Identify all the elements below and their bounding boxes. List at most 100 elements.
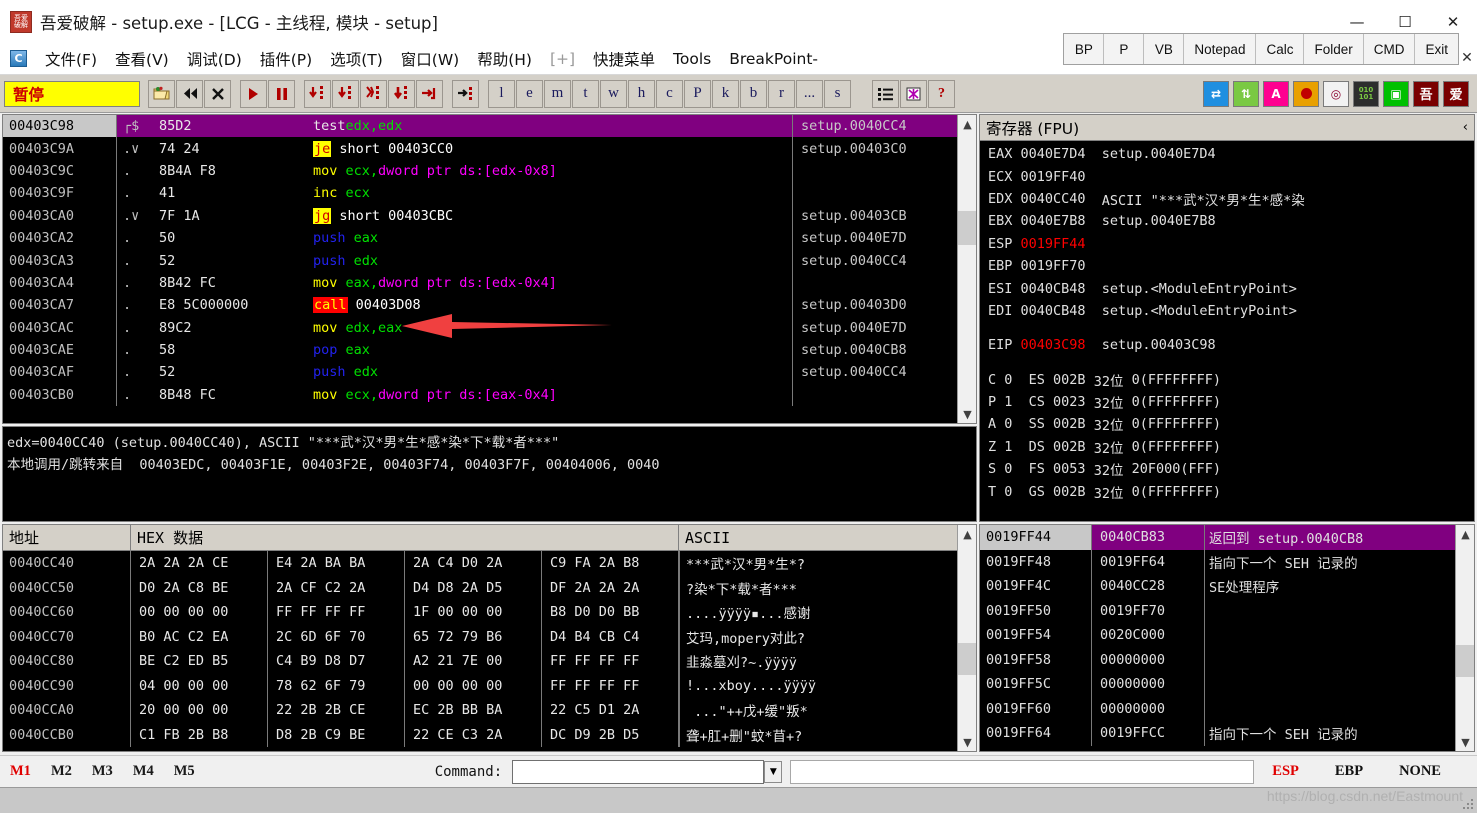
- disassembly-row[interactable]: 00403CA3. 52 push edx setup.0040CC4: [3, 249, 976, 272]
- ai-plugin-icon[interactable]: 爱: [1443, 80, 1469, 107]
- menu-file[interactable]: 文件(F): [36, 48, 106, 70]
- quick-cmd-button[interactable]: CMD: [1363, 34, 1416, 64]
- register-row[interactable]: EAX 0040E7D4 setup.0040E7D4: [988, 143, 1474, 165]
- memory-dump-panel[interactable]: 地址 HEX 数据 ASCII 0040CC40 2A 2A 2A CE E4 2A…: [2, 524, 977, 752]
- command-input[interactable]: [512, 759, 765, 784]
- register-row[interactable]: ESI 0040CB48 setup.<ModuleEntryPoint>: [988, 277, 1474, 299]
- dump-row[interactable]: 0040CC70 B0 AC C2 EA 2C 6D 6F 70 65 72 79 B…: [3, 624, 976, 649]
- cpu-window-button[interactable]: c: [656, 79, 683, 108]
- memory-button-m2[interactable]: M2: [41, 763, 82, 780]
- menu-view[interactable]: 查看(V): [106, 48, 178, 70]
- stack-row[interactable]: 0019FF44 0040CB83 返回到 setup.0040CB8: [980, 525, 1474, 550]
- disassembly-row[interactable]: 00403CA2. 50 push eax setup.0040E7D: [3, 226, 976, 250]
- disassembly-row[interactable]: 00403CB0. 8B48 FC mov ecx, dword ptr ds:[ea…: [3, 383, 976, 407]
- menu-options[interactable]: 选项(T): [321, 48, 392, 70]
- windows-window-button[interactable]: w: [600, 79, 627, 108]
- patches-icon[interactable]: [900, 79, 927, 108]
- quick-folder-button[interactable]: Folder: [1304, 34, 1364, 64]
- quick-vb-button[interactable]: VB: [1144, 34, 1185, 64]
- memory-button-m1[interactable]: M1: [0, 763, 41, 780]
- quick-exit-button[interactable]: Exit: [1415, 34, 1458, 64]
- swap-plugin-icon[interactable]: ⇄: [1203, 80, 1229, 107]
- flag-row[interactable]: C 0 ES 002B 32位 0(FFFFFFFF): [988, 369, 1474, 391]
- flag-row[interactable]: A 0 SS 002B 32位 0(FFFFFFFF): [988, 413, 1474, 435]
- dump-row[interactable]: 0040CC90 04 00 00 00 78 62 6F 79 00 00 00 0…: [3, 673, 976, 698]
- pause-icon[interactable]: [268, 79, 295, 108]
- dump-row[interactable]: 0040CC60 00 00 00 00 FF FF FF FF 1F 00 00 0…: [3, 600, 976, 625]
- scroll-thumb[interactable]: [958, 643, 976, 675]
- stack-row[interactable]: 0019FF50 0019FF70: [980, 598, 1474, 623]
- menu-quick-menu[interactable]: 快捷菜单: [584, 48, 664, 70]
- source-window-button[interactable]: s: [824, 79, 851, 108]
- stack-row[interactable]: 0019FF60 00000000: [980, 696, 1474, 721]
- executables-window-button[interactable]: e: [516, 79, 543, 108]
- register-row[interactable]: EDX 0040CC40 ASCII "***武*汉*男*生*感*染: [988, 188, 1474, 210]
- register-row[interactable]: ESP 0019FF44: [988, 233, 1474, 255]
- menu-window[interactable]: 窗口(W): [392, 48, 468, 70]
- options-list-icon[interactable]: [872, 79, 899, 108]
- none-flag[interactable]: NONE: [1381, 763, 1459, 780]
- help-icon[interactable]: ?: [928, 79, 955, 108]
- trace-into-icon[interactable]: [360, 79, 387, 108]
- target-plugin-icon[interactable]: ◎: [1323, 80, 1349, 107]
- wu-plugin-icon[interactable]: 吾: [1413, 80, 1439, 107]
- step-into-icon[interactable]: [304, 79, 331, 108]
- dump-scrollbar[interactable]: ▲ ▼: [957, 525, 976, 751]
- ascii-plugin-icon[interactable]: A: [1263, 80, 1289, 107]
- menu-plugins[interactable]: 插件(P): [251, 48, 321, 70]
- stack-row[interactable]: 0019FF54 0020C000: [980, 623, 1474, 648]
- close-program-icon[interactable]: [204, 79, 231, 108]
- run-icon[interactable]: [240, 79, 267, 108]
- scroll-down-icon[interactable]: ▼: [958, 733, 976, 751]
- register-row[interactable]: EDI 0040CB48 setup.<ModuleEntryPoint>: [988, 300, 1474, 322]
- open-file-icon[interactable]: [148, 79, 175, 108]
- more-window-button[interactable]: ...: [796, 79, 823, 108]
- register-row[interactable]: EBP 0019FF70: [988, 255, 1474, 277]
- collapse-icon[interactable]: ‹: [1463, 120, 1468, 135]
- dump-row[interactable]: 0040CCB0 C1 FB 2B B8 D8 2B C9 BE 22 CE C3 2…: [3, 722, 976, 747]
- register-row[interactable]: ECX 0019FF40: [988, 165, 1474, 187]
- scroll-up-icon[interactable]: ▲: [958, 525, 976, 543]
- disassembly-row[interactable]: 00403CA0 .∨ 7F 1A jg short 00403CBC setup.00…: [3, 204, 976, 227]
- memory-button-m5[interactable]: M5: [164, 763, 205, 780]
- scroll-down-icon[interactable]: ▼: [1456, 733, 1474, 751]
- scroll-thumb[interactable]: [1456, 645, 1474, 677]
- breakpoints-window-button[interactable]: b: [740, 79, 767, 108]
- window-plugin-icon[interactable]: ▣: [1383, 80, 1409, 107]
- disassembly-row[interactable]: 00403CA4. 8B42 FC mov eax, dword ptr ds:[ed…: [3, 271, 976, 295]
- disassembly-row[interactable]: 00403C9A .∨ 74 24 je short 00403CC0 setup.00…: [3, 137, 976, 160]
- disassembly-row[interactable]: 00403CAC. 89C2 mov edx,eax setup.0040E7D: [3, 316, 976, 339]
- run-to-cursor-icon[interactable]: [452, 79, 479, 108]
- menu-breakpoint[interactable]: BreakPoint-: [720, 50, 827, 68]
- register-row[interactable]: EBX 0040E7B8 setup.0040E7B8: [988, 210, 1474, 232]
- memory-button-m3[interactable]: M3: [82, 763, 123, 780]
- stack-panel[interactable]: 0019FF44 0040CB83 返回到 setup.0040CB8 0019FF4…: [979, 524, 1475, 752]
- patches-window-button[interactable]: P: [684, 79, 711, 108]
- quick-calc-button[interactable]: Calc: [1256, 34, 1305, 64]
- disassembly-row[interactable]: 00403C9C. 8B4A F8 mov ecx, dword ptr ds:[ed…: [3, 159, 976, 183]
- esp-flag[interactable]: ESP: [1254, 763, 1317, 780]
- call-stack-window-button[interactable]: k: [712, 79, 739, 108]
- flag-row[interactable]: P 1 CS 0023 32位 0(FFFFFFFF): [988, 391, 1474, 413]
- scroll-thumb[interactable]: [958, 211, 976, 245]
- flag-row[interactable]: Z 1 DS 002B 32位 0(FFFFFFFF): [988, 436, 1474, 458]
- register-row-eip[interactable]: EIP 00403C98 setup.00403C98: [988, 334, 1474, 356]
- stack-scrollbar[interactable]: ▲ ▼: [1455, 525, 1474, 751]
- stack-row[interactable]: 0019FF48 0019FF64 指向下一个 SEH 记录的: [980, 549, 1474, 574]
- close-document-icon[interactable]: ✕: [1459, 48, 1475, 68]
- stack-row[interactable]: 0019FF5C 00000000: [980, 672, 1474, 697]
- disassembly-scrollbar[interactable]: ▲ ▼: [957, 115, 976, 423]
- memory-window-button[interactable]: m: [544, 79, 571, 108]
- disassembly-row[interactable]: 00403C98 ┌$ 85D2 test edx,edx setup.0040CC4: [3, 115, 976, 138]
- disassembly-row[interactable]: 00403CAE. 58 pop eax setup.0040CB8: [3, 338, 976, 362]
- menu-tools[interactable]: Tools: [664, 50, 720, 68]
- ebp-flag[interactable]: EBP: [1317, 763, 1381, 780]
- disassembly-row[interactable]: 00403CA7. E8 5C000000 call 00403D08 setup.0…: [3, 294, 976, 317]
- scroll-up-icon[interactable]: ▲: [1456, 525, 1474, 543]
- restart-icon[interactable]: [176, 79, 203, 108]
- quick-notepad-button[interactable]: Notepad: [1184, 34, 1257, 64]
- handles-window-button[interactable]: h: [628, 79, 655, 108]
- disassembly-panel[interactable]: 00403C98 ┌$ 85D2 test edx,edx setup.0040CC4 00…: [2, 114, 977, 424]
- stack-row[interactable]: 0019FF4C 0040CC28 SE处理程序: [980, 574, 1474, 599]
- references-window-button[interactable]: r: [768, 79, 795, 108]
